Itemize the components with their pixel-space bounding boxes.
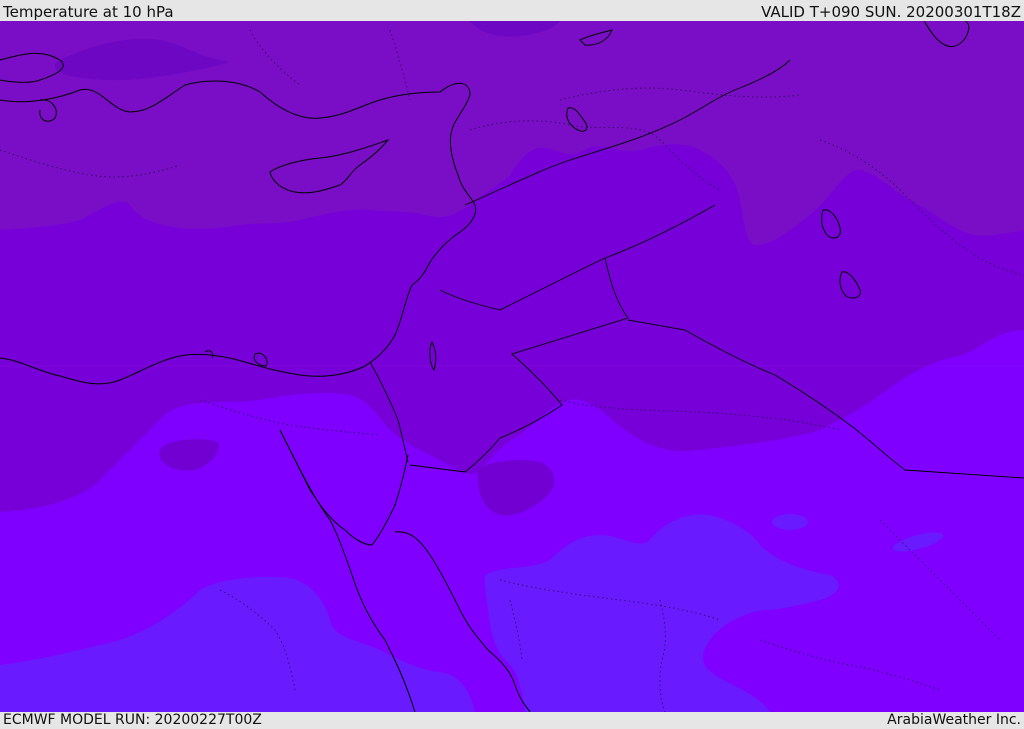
footer-bar: ECMWF MODEL RUN: 20200227T00Z ArabiaWeat…: [0, 712, 1024, 729]
model-run-label: ECMWF MODEL RUN: 20200227T00Z: [3, 712, 262, 728]
map-canvas: [0, 21, 1024, 712]
temperature-map[interactable]: [0, 21, 1024, 712]
contour-patch-cell: [772, 514, 808, 530]
credit-label: ArabiaWeather Inc.: [887, 712, 1021, 728]
map-title: Temperature at 10 hPa: [3, 3, 174, 21]
header-bar: Temperature at 10 hPa VALID T+090 SUN. 2…: [0, 0, 1024, 21]
valid-time-label: VALID T+090 SUN. 20200301T18Z: [761, 3, 1021, 21]
